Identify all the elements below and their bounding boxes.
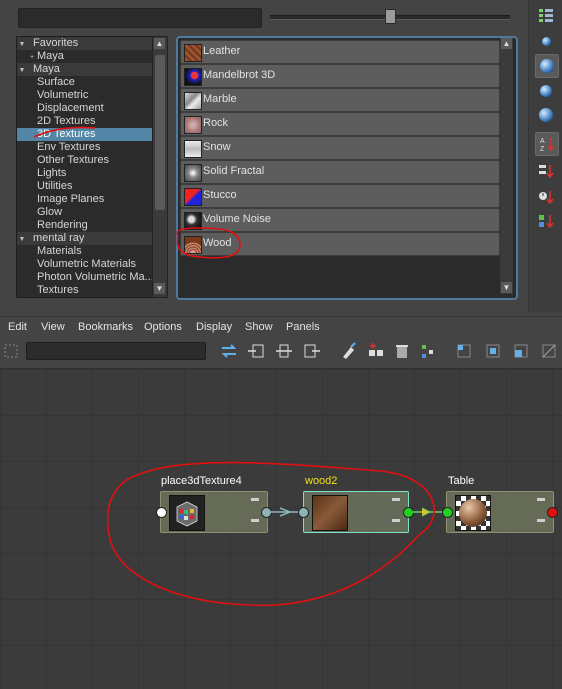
view-layout-1-icon[interactable] — [455, 342, 473, 360]
output-port-marker — [251, 498, 259, 501]
graph-toolbar — [0, 338, 562, 369]
input-output-connections-icon[interactable] — [275, 342, 293, 360]
graph-node-table[interactable] — [446, 491, 554, 533]
menu-panels[interactable]: Panels — [286, 321, 320, 333]
input-connections-icon[interactable] — [247, 342, 265, 360]
output-connections-icon[interactable] — [303, 342, 321, 360]
menu-show[interactable]: Show — [245, 321, 273, 333]
annotation-circle — [106, 461, 435, 607]
clear-graph-icon[interactable] — [340, 342, 358, 360]
view-layout-3-icon[interactable] — [512, 342, 530, 360]
graph-search-input[interactable] — [26, 342, 206, 360]
input-port[interactable] — [442, 507, 453, 518]
output-port-marker — [537, 498, 545, 501]
place3d-cube-icon — [169, 495, 205, 531]
output-port-marker — [251, 519, 259, 522]
swap-arrows-icon[interactable] — [220, 342, 238, 360]
menu-bookmarks[interactable]: Bookmarks — [78, 321, 133, 333]
input-port[interactable] — [156, 507, 167, 518]
node-title-table: Table — [448, 475, 475, 487]
menu-view[interactable]: View — [41, 321, 65, 333]
wood-swatch-icon — [312, 495, 348, 531]
view-layout-4-icon[interactable] — [540, 342, 558, 360]
add-selected-icon[interactable] — [367, 342, 385, 360]
annotation-marks — [33, 126, 241, 259]
menu-edit[interactable]: Edit — [8, 321, 27, 333]
remove-selected-icon[interactable] — [393, 342, 411, 360]
node-title-wood2: wood2 — [305, 475, 338, 487]
output-port-marker — [392, 498, 400, 501]
view-layout-2-icon[interactable] — [484, 342, 502, 360]
material-sphere-icon — [455, 495, 491, 531]
graph-layout-icon[interactable] — [420, 342, 438, 360]
output-port-marker — [537, 519, 545, 522]
input-port[interactable] — [298, 507, 309, 518]
output-port[interactable] — [403, 507, 414, 518]
menu-bar: Edit View Bookmarks Options Display Show… — [0, 316, 562, 339]
graph-node-place3dtexture4[interactable] — [160, 491, 268, 533]
node-title-place3dtexture4: place3dTexture4 — [161, 475, 242, 487]
graph-node-wood2[interactable] — [303, 491, 409, 533]
output-port[interactable] — [261, 507, 272, 518]
output-port[interactable] — [547, 507, 558, 518]
menu-display[interactable]: Display — [196, 321, 232, 333]
node-graph-editor[interactable]: place3dTexture4 wood2 Table — [0, 369, 562, 689]
menu-options[interactable]: Options — [144, 321, 182, 333]
output-port-marker — [392, 519, 400, 522]
frame-icon[interactable] — [4, 344, 22, 362]
